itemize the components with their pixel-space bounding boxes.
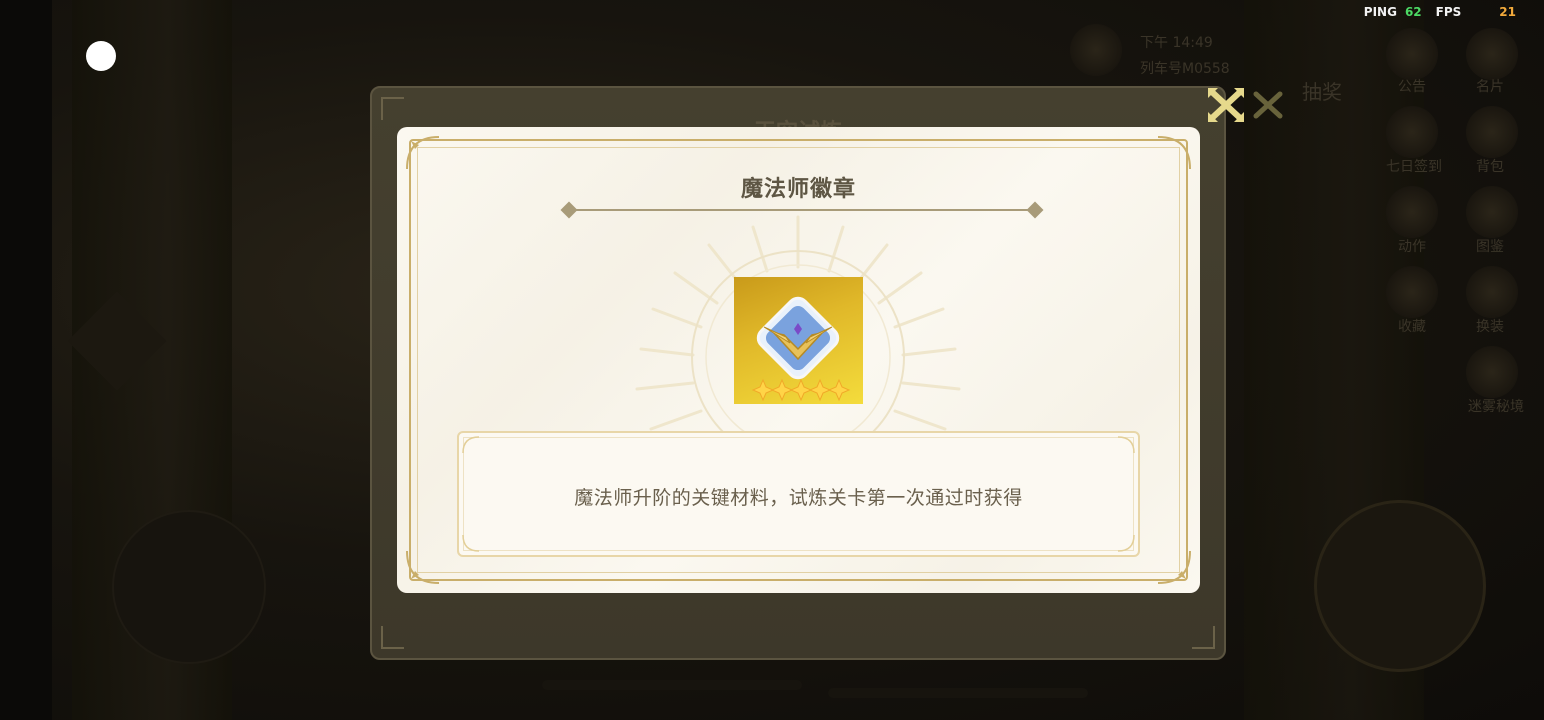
close-x-icon[interactable] [1206,86,1246,124]
corner-ornament-icon [1157,550,1191,584]
lottery-label: 抽奖 [1302,80,1342,104]
background-sub-text: 列车号M0558 [1140,61,1230,77]
card-icon [1466,28,1518,80]
status-bar: PING 62 FPS 21 [1364,5,1516,19]
outfit-icon [1466,266,1518,318]
corner-ornament-icon [462,436,480,454]
corner-ornament-icon [1117,436,1135,454]
corner-ornament-icon [1117,534,1135,552]
hp-bar [542,680,802,690]
side-menu-item: 七日签到 [1386,159,1442,175]
sun-icon [1070,24,1122,76]
description-box: 魔法师升阶的关键材料，试炼关卡第一次通过时获得 [457,431,1140,557]
item-title: 魔法师徽章 [740,177,856,202]
corner-ornament-icon [1157,136,1191,170]
corner-ornament-icon [406,136,440,170]
ping-value: 62 [1404,5,1422,19]
floating-menu-dot[interactable] [86,41,116,71]
close-x-shadow-icon [1253,91,1283,119]
side-menu-item: 公告 [1398,79,1426,95]
action-icon [1386,186,1438,238]
notice-icon [1386,28,1438,80]
side-menu-item: 动作 [1398,239,1426,255]
item-detail-card: 魔法师徽章 魔法师升阶的关键材料，试炼关卡第一次通过时获得 [397,127,1200,593]
item-icon-frame [734,277,863,404]
corner-ornament-icon [1192,626,1215,649]
side-menu-item: 图鉴 [1476,239,1504,255]
corner-ornament-icon [381,97,404,120]
background-time-text: 下午 14:49 [1140,35,1213,51]
side-menu-item: 换装 [1476,319,1504,335]
catalog-icon [1466,186,1518,238]
joystick[interactable] [112,510,266,664]
checkin-icon [1386,106,1438,158]
corner-ornament-icon [462,534,480,552]
corner-ornament-icon [406,550,440,584]
realm-icon [1466,346,1518,398]
side-menu-item: 名片 [1476,79,1504,95]
side-menu-item: 背包 [1476,159,1504,175]
mp-bar [828,688,1088,698]
mage-badge-icon [751,296,851,402]
side-menu-item: 迷雾秘境 [1468,399,1524,415]
backpack-icon [1466,106,1518,158]
attack-button[interactable] [1314,500,1486,672]
ping-label: PING [1363,5,1397,19]
fps-label: FPS [1435,5,1462,19]
collection-icon [1386,266,1438,318]
fps-value: 21 [1499,5,1516,19]
side-menu-item: 收藏 [1398,319,1426,335]
item-description: 魔法师升阶的关键材料，试炼关卡第一次通过时获得 [574,487,1023,509]
corner-ornament-icon [381,626,404,649]
